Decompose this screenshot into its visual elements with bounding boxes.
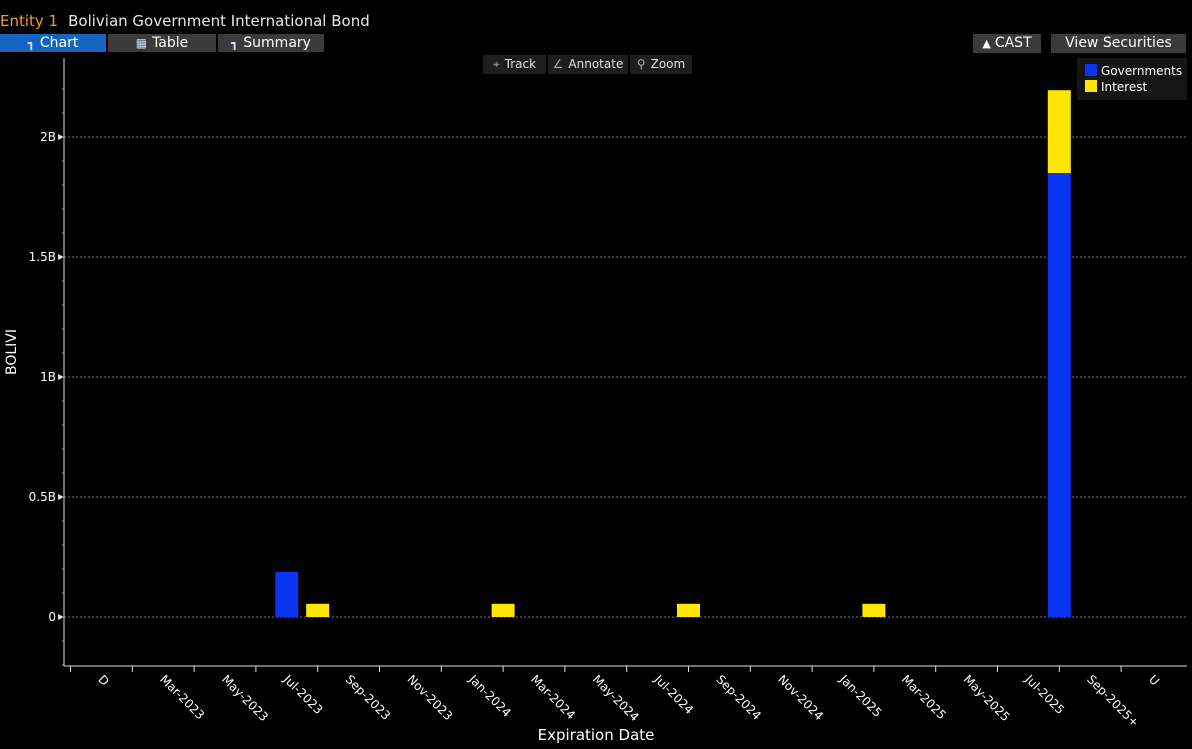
bar-governments[interactable] — [1047, 173, 1071, 617]
x-tick-label: Mar-2024 — [528, 672, 578, 722]
legend-label-interest: Interest — [1101, 80, 1148, 94]
x-tick-label: Mar-2023 — [157, 672, 207, 722]
x-tick-label: Jul-2024 — [651, 672, 697, 718]
bar-chart: 0 0.5B 1B 1.5B 2B D Mar-2023 May-2023 Jul-2023 S… — [29, 58, 1187, 730]
bar-interest[interactable] — [1047, 90, 1071, 173]
legend-swatch-interest — [1085, 80, 1097, 92]
bar-interest[interactable] — [306, 603, 330, 617]
bar-interest[interactable] — [491, 603, 515, 617]
x-axis-title: Expiration Date — [537, 726, 655, 744]
x-tick-label: May-2025 — [961, 672, 1013, 724]
x-tick-label: U — [1146, 672, 1162, 688]
y-tick-label: 0.5B — [29, 490, 56, 504]
bar-series — [275, 90, 1071, 617]
x-tick-label: May-2024 — [590, 672, 642, 724]
x-axis-ticks: D Mar-2023 May-2023 Jul-2023 Sep-2023 Nov-202… — [70, 666, 1162, 730]
bar-interest[interactable] — [677, 603, 700, 617]
x-tick-label: D — [95, 672, 111, 688]
legend-label-governments: Governments — [1101, 64, 1183, 78]
x-tick-label: Nov-2023 — [404, 672, 455, 723]
y-tick-label: 0 — [48, 610, 56, 624]
x-tick-label: Jan-2024 — [465, 672, 513, 720]
y-tick-label: 1.5B — [29, 250, 56, 264]
y-tick-label: 1B — [40, 370, 56, 384]
y-axis-ticks: 0 0.5B 1B 1.5B 2B — [29, 88, 64, 666]
legend-item-governments[interactable]: Governments — [1085, 64, 1182, 78]
x-tick-label: Jul-2025 — [1022, 672, 1068, 718]
legend: Governments Interest — [1077, 58, 1187, 100]
x-tick-label: Sep-2023 — [343, 672, 394, 723]
x-tick-label: Jan-2025 — [836, 672, 884, 720]
y-axis-title: BOLIVI — [4, 328, 20, 375]
x-tick-label: Jul-2023 — [280, 672, 326, 718]
x-tick-label: Nov-2024 — [775, 672, 826, 723]
legend-swatch-governments — [1085, 64, 1097, 76]
x-tick-label: May-2023 — [219, 672, 271, 724]
grid-lines — [64, 136, 1187, 618]
y-tick-label: 2B — [40, 130, 56, 144]
bar-interest[interactable] — [862, 603, 886, 617]
bar-governments[interactable] — [275, 571, 299, 617]
legend-item-interest[interactable]: Interest — [1085, 80, 1147, 94]
x-tick-label: Sep-2024 — [713, 672, 764, 723]
x-tick-label: Mar-2025 — [899, 672, 949, 722]
x-tick-label: Sep-2025+ — [1084, 672, 1142, 730]
